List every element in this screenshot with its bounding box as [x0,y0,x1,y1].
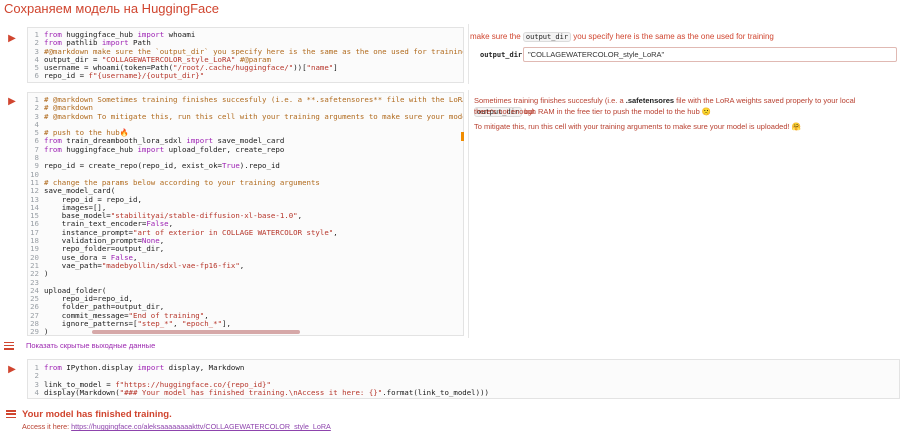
output-access-line: Access it here: https://huggingface.co/a… [22,422,331,431]
form-description: make sure the output_dir you specify her… [470,32,900,42]
code-line: 3 # @markdown To mitigate this, run this … [28,111,463,121]
horizontal-scrollbar[interactable] [92,330,300,334]
line-source: from IPython.display import display, Mar… [44,363,245,372]
code-cell-3[interactable]: ▶ 1 from IPython.display import display, … [0,357,900,401]
run-cell-icon[interactable]: ▶ [4,30,20,46]
line-source: from huggingface_hub import upload_folde… [44,144,285,154]
code-line: 1 # @markdown Sometimes training finishes… [28,95,463,104]
change-marker [461,132,464,141]
code-editor[interactable]: 1 # @markdown Sometimes training finishes… [27,92,464,336]
output-title: Your model has finished training. [22,409,172,420]
cell-divider [468,90,469,338]
line-source: vae_path="madebyollin/sdxl-vae-fp16-fix"… [44,260,245,270]
output-dir-input[interactable]: "COLLAGEWATERCOLOR_style_LoRA" [523,47,897,62]
code-cell-2[interactable]: ▶ 1 # @markdown Sometimes training finish… [0,90,900,338]
code-lines: 1 from huggingface_hub import whoami 2 from… [28,28,463,81]
output-dir-label: output_dir: [480,51,527,59]
show-hidden-output-label: Показать скрытые выходные данные [26,341,156,350]
line-source: repo_id = create_repo(repo_id, exist_ok=… [44,161,280,171]
code-line: 1 from IPython.display import display, Ma… [28,363,899,372]
code-lines: 1 from IPython.display import display, Ma… [28,360,899,397]
code-cell-1[interactable]: ▶ 1 from huggingface_hub import whoami 2 fr… [0,24,900,84]
output-toggle-icon [4,341,14,350]
code-lines: 1 # @markdown Sometimes training finishes… [28,93,463,336]
show-hidden-output-toggle[interactable]: Показать скрытые выходные данные [4,341,155,350]
code-line: 22) [28,269,463,279]
section-title[interactable]: Сохраняем модель на HuggingFace [4,1,219,16]
markdown-text-3: To mitigate this, run this cell with you… [474,122,801,131]
line-source: display(Markdown("### Your model has fin… [44,387,489,397]
inline-code: output_dir [522,32,572,42]
line-number: 29 [30,327,39,336]
model-link[interactable]: https://huggingface.co/aleksaaaaaaaakttv… [71,422,331,431]
code-line: 21 vae_path="madebyollin/sdxl-vae-fp16-f… [28,260,463,270]
run-cell-icon[interactable]: ▶ [4,93,20,109]
run-cell-icon[interactable]: ▶ [4,361,20,377]
code-editor[interactable]: 1 from IPython.display import display, Ma… [27,359,900,399]
cell-divider [468,24,469,84]
section-title-text: Сохраняем модель на HuggingFace [4,1,220,16]
output-icon[interactable] [6,410,16,418]
line-number: 4 [34,387,39,397]
form-note-text: make sure the [470,32,523,41]
code-line: 4 display(Markdown("### Your model has fi… [28,387,899,397]
line-source: ) [44,327,49,336]
code-line: 9 repo_id = create_repo(repo_id, exist_ok… [28,161,463,171]
markdown-text-2: there's not enough RAM in the free tier … [474,107,712,116]
form-note-text-2: you specify here is the same as the one … [571,32,774,41]
line-source: ) [44,269,49,279]
line-source: # @markdown To mitigate this, run this c… [44,111,463,121]
code-line: 28 ignore_patterns=["step_*", "epoch_*"]… [28,319,463,329]
code-line: 7 from huggingface_hub import upload_fold… [28,144,463,154]
line-source: ignore_patterns=["step_*", "epoch_*"], [44,319,231,329]
line-source: # @markdown Sometimes training finishes … [44,95,463,104]
code-line: 6 repo_id = f"{username}/{output_dir}" [28,71,463,81]
line-source: repo_id = f"{username}/{output_dir}" [44,71,205,81]
access-label: Access it here: [22,422,72,431]
code-editor[interactable]: 1 from huggingface_hub import whoami 2 from… [27,27,464,83]
line-number: 6 [34,71,39,81]
